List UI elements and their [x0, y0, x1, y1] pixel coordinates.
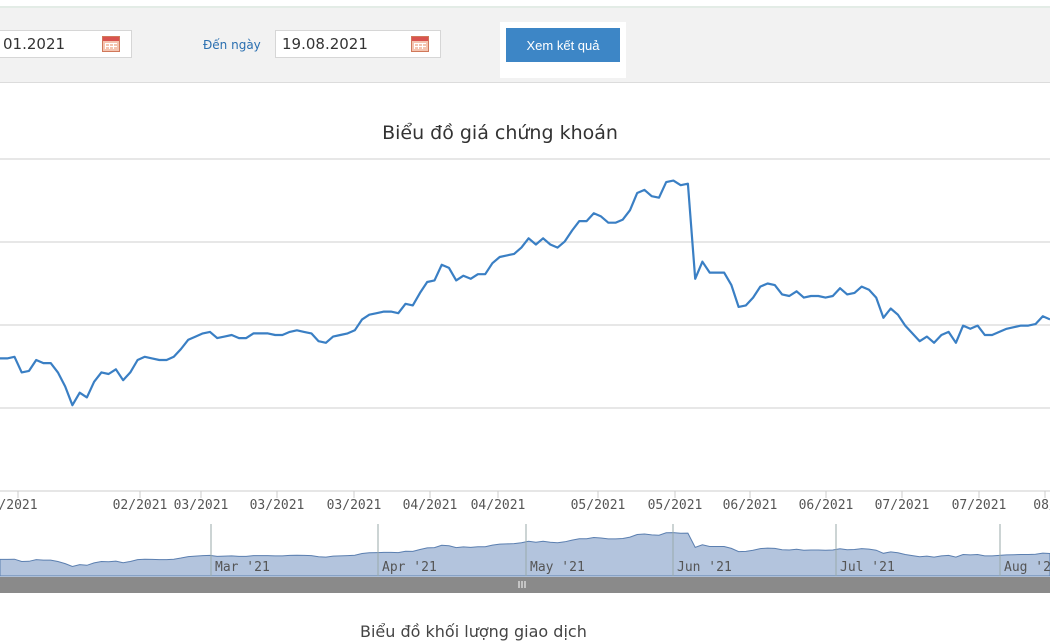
- x-tick-label: 04/2021: [403, 498, 458, 513]
- volume-chart-title: Biểu đồ khối lượng giao dịch: [360, 622, 587, 641]
- x-tick-label: 06/2021: [723, 498, 778, 513]
- x-tick-label: 06/2021: [799, 498, 854, 513]
- to-date-input[interactable]: 19.08.2021: [275, 30, 441, 58]
- calendar-icon[interactable]: [411, 36, 429, 52]
- x-tick-label: 07/2021: [952, 498, 1007, 513]
- navigator-label: Mar '21: [215, 560, 270, 575]
- from-date-input[interactable]: 01.2021: [0, 30, 132, 58]
- x-tick-label: 07/2021: [875, 498, 930, 513]
- to-date-value: 19.08.2021: [282, 35, 368, 53]
- x-tick-label: 03/2021: [250, 498, 305, 513]
- x-tick-label: 05/2021: [571, 498, 626, 513]
- calendar-icon[interactable]: [102, 36, 120, 52]
- navigator-label: Apr '21: [382, 560, 437, 575]
- x-tick-label: 02/2021: [113, 498, 168, 513]
- view-results-button[interactable]: Xem kết quả: [506, 28, 620, 62]
- submit-button-wrapper: Xem kết quả: [500, 22, 626, 78]
- x-tick-label: /2021: [0, 498, 38, 513]
- top-border: [0, 0, 1050, 8]
- x-tick-label: 04/2021: [471, 498, 526, 513]
- navigator-label: Jul '21: [840, 560, 895, 575]
- price-line: [0, 179, 1050, 407]
- navigator-label: May '21: [530, 560, 585, 575]
- x-tick-label: 08/: [1033, 498, 1050, 513]
- price-chart: /2021 02/2021 03/2021 03/2021 03/2021 04/2021…: [0, 158, 1050, 593]
- date-filter-bar: 01.2021 Đến ngày 19.08.2021 Xem kết quả: [0, 8, 1050, 83]
- from-date-value: 01.2021: [3, 35, 66, 53]
- x-tick-label: 03/2021: [174, 498, 229, 513]
- navigator-label: Jun '21: [677, 560, 732, 575]
- x-tick-label: 03/2021: [327, 498, 382, 513]
- to-date-label: Đến ngày: [203, 38, 261, 52]
- navigator-label: Aug '2: [1004, 560, 1050, 575]
- x-tick-label: 05/2021: [648, 498, 703, 513]
